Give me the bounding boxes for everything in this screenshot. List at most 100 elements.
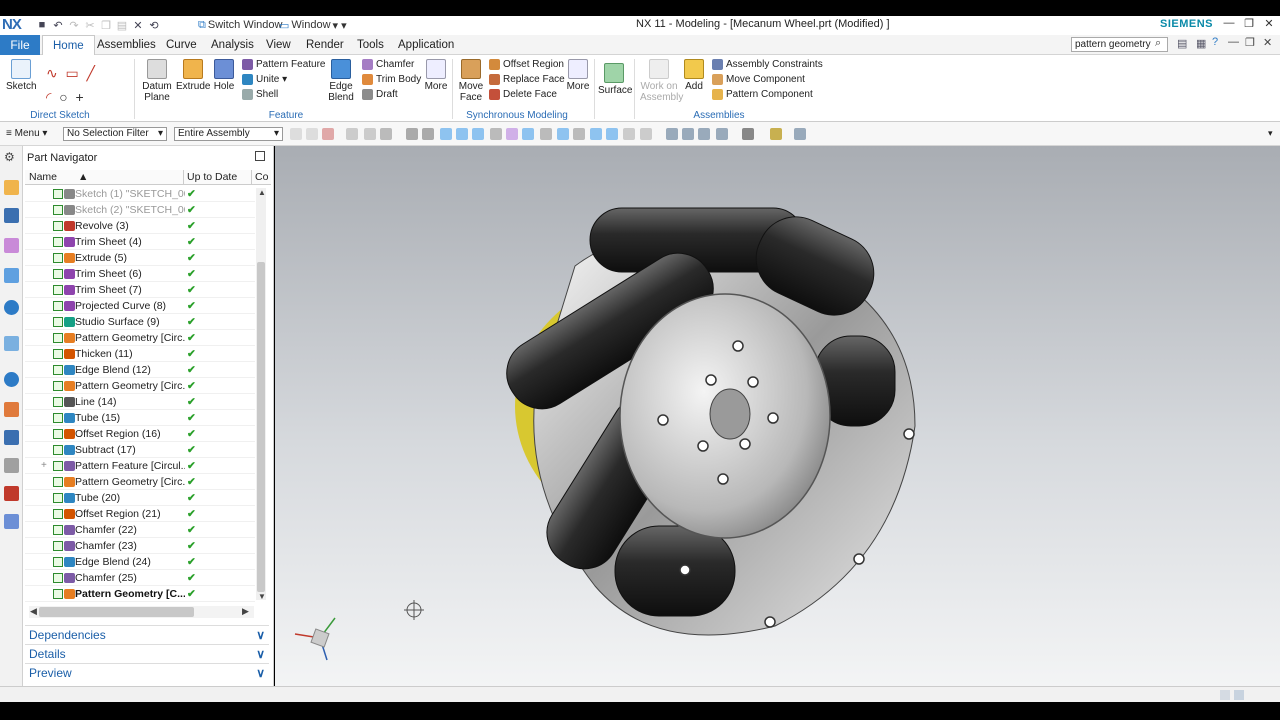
view-triad[interactable] (294, 617, 336, 661)
line-icon[interactable]: ╱ (87, 65, 95, 81)
selection-icon[interactable] (346, 128, 358, 140)
navigator-feature-row[interactable]: Extrude (5) ✔ (25, 250, 255, 266)
snap-icon[interactable] (306, 128, 318, 140)
command-search-input[interactable]: pattern geometry (1071, 37, 1168, 52)
edge-blend-button[interactable]: Edge Blend (324, 59, 358, 103)
snap-icon[interactable] (590, 128, 602, 140)
selection-icon[interactable] (422, 128, 434, 140)
tab-render[interactable]: Render (306, 35, 344, 55)
navigator-feature-row[interactable]: Subtract (17) ✔ (25, 442, 255, 458)
snap-icon[interactable] (290, 128, 302, 140)
close-icon[interactable]: ✕ (1260, 17, 1278, 33)
navigator-feature-row[interactable]: Chamfer (23) ✔ (25, 538, 255, 554)
switch-window-button[interactable]: ⧉ Switch Window (198, 17, 282, 33)
navigator-feature-row[interactable]: Revolve (3) ✔ (25, 218, 255, 234)
shell-button[interactable]: Shell (242, 87, 325, 102)
checkbox[interactable] (53, 477, 63, 487)
tab-view[interactable]: View (266, 35, 291, 55)
resource-bar-icon[interactable]: ▦ (1196, 37, 1206, 50)
window-menu[interactable]: ▭ Window ▾ ▾ (279, 17, 347, 33)
selection-scope-select[interactable]: Entire Assembly ▾ (174, 127, 283, 141)
circle-icon[interactable]: ○ (59, 89, 67, 105)
undo-icon[interactable]: ↶ (50, 17, 66, 33)
orient-view-icon[interactable] (716, 128, 728, 140)
minimize-icon[interactable]: — (1220, 17, 1238, 33)
navigator-feature-row[interactable]: Pattern Geometry [C... ✔ (25, 586, 255, 602)
navigator-feature-row[interactable]: + Pattern Feature [Circul... ✔ (25, 458, 255, 474)
assembly-navigator-icon[interactable] (4, 180, 19, 195)
scroll-left-icon[interactable]: ◀ (30, 606, 37, 617)
add-component-button[interactable]: Add (680, 59, 708, 92)
cut-icon[interactable]: ✂ (82, 17, 98, 33)
render-style-icon[interactable] (742, 128, 754, 140)
checkbox[interactable] (53, 365, 63, 375)
trim-body-button[interactable]: Trim Body (362, 72, 421, 87)
checkbox[interactable] (53, 269, 63, 279)
roles-icon[interactable] (4, 486, 19, 501)
tab-assemblies[interactable]: Assemblies (97, 35, 156, 55)
checkbox[interactable] (53, 333, 63, 343)
chamfer-button[interactable]: Chamfer (362, 57, 421, 72)
fit-icon[interactable] (666, 128, 678, 140)
selection-icon[interactable] (364, 128, 376, 140)
doc-minimize-icon[interactable]: — (1228, 36, 1239, 48)
checkbox[interactable] (53, 381, 63, 391)
extrude-button[interactable]: Extrude (176, 59, 210, 92)
navigator-feature-row[interactable]: Tube (20) ✔ (25, 490, 255, 506)
hole-button[interactable]: Hole (210, 59, 238, 92)
snap-icon[interactable] (472, 128, 484, 140)
menu-button[interactable]: ≡ Menu ▾ (6, 128, 47, 139)
dependencies-panel[interactable]: Dependencies ∨ (25, 625, 269, 643)
checkbox[interactable] (53, 189, 63, 199)
feature-more-button[interactable]: More (422, 59, 450, 92)
manufacturing-wizard-icon[interactable] (4, 458, 19, 473)
column-up-to-date[interactable]: Up to Date (187, 171, 237, 183)
file-tab[interactable]: File (0, 35, 40, 55)
pattern-component-button[interactable]: Pattern Component (712, 87, 823, 102)
navigator-feature-row[interactable]: Trim Sheet (7) ✔ (25, 282, 255, 298)
system-scenes-icon[interactable] (4, 514, 19, 529)
horizontal-scroll-thumb[interactable] (39, 607, 194, 617)
snap-midpoint-icon[interactable] (456, 128, 468, 140)
checkbox[interactable] (53, 493, 63, 503)
snap-endpoint-icon[interactable] (440, 128, 452, 140)
navigator-feature-row[interactable]: Studio Surface (9) ✔ (25, 314, 255, 330)
sync-more-button[interactable]: More (564, 59, 592, 92)
checkbox[interactable] (53, 573, 63, 583)
replace-face-button[interactable]: Replace Face (489, 72, 565, 87)
navigator-feature-row[interactable]: Chamfer (22) ✔ (25, 522, 255, 538)
snap-icon[interactable] (506, 128, 518, 140)
hd3d-tools-icon[interactable] (4, 300, 19, 315)
color-icon[interactable] (770, 128, 782, 140)
mecanum-wheel-model[interactable] (275, 146, 1280, 686)
navigator-feature-row[interactable]: Offset Region (21) ✔ (25, 506, 255, 522)
checkbox[interactable] (53, 589, 63, 599)
box-select-icon[interactable] (380, 128, 392, 140)
preview-panel[interactable]: Preview ∨ (25, 663, 269, 681)
navigator-feature-row[interactable]: Projected Curve (8) ✔ (25, 298, 255, 314)
scroll-right-icon[interactable]: ▶ (242, 606, 249, 617)
snap-icon[interactable] (606, 128, 618, 140)
navigator-feature-row[interactable]: Tube (15) ✔ (25, 410, 255, 426)
settings-icon[interactable]: ⚙ (4, 150, 19, 165)
tab-home[interactable]: Home (42, 35, 95, 55)
datum-plane-button[interactable]: Datum Plane (140, 59, 174, 103)
search-icon[interactable]: ⌕ (1155, 37, 1161, 50)
repeat-command-icon[interactable]: ⟲ (146, 17, 162, 33)
column-name[interactable]: Name ▲ (29, 171, 88, 183)
vertical-scroll-thumb[interactable] (257, 262, 265, 592)
tab-analysis[interactable]: Analysis (211, 35, 254, 55)
pattern-feature-button[interactable]: Pattern Feature (242, 57, 325, 72)
scroll-up-icon[interactable]: ▲ (258, 188, 266, 197)
doc-restore-icon[interactable]: ❐ (1245, 36, 1255, 49)
checkbox[interactable] (53, 317, 63, 327)
snap-icon[interactable] (540, 128, 552, 140)
view-icon[interactable] (623, 128, 635, 140)
web-browser-icon[interactable] (4, 336, 19, 351)
tab-curve[interactable]: Curve (166, 35, 197, 55)
checkbox[interactable] (53, 461, 63, 471)
display-icon[interactable] (794, 128, 806, 140)
view-icon[interactable] (640, 128, 652, 140)
checkbox[interactable] (53, 285, 63, 295)
navigator-feature-row[interactable]: Pattern Geometry [Circ... ✔ (25, 474, 255, 490)
